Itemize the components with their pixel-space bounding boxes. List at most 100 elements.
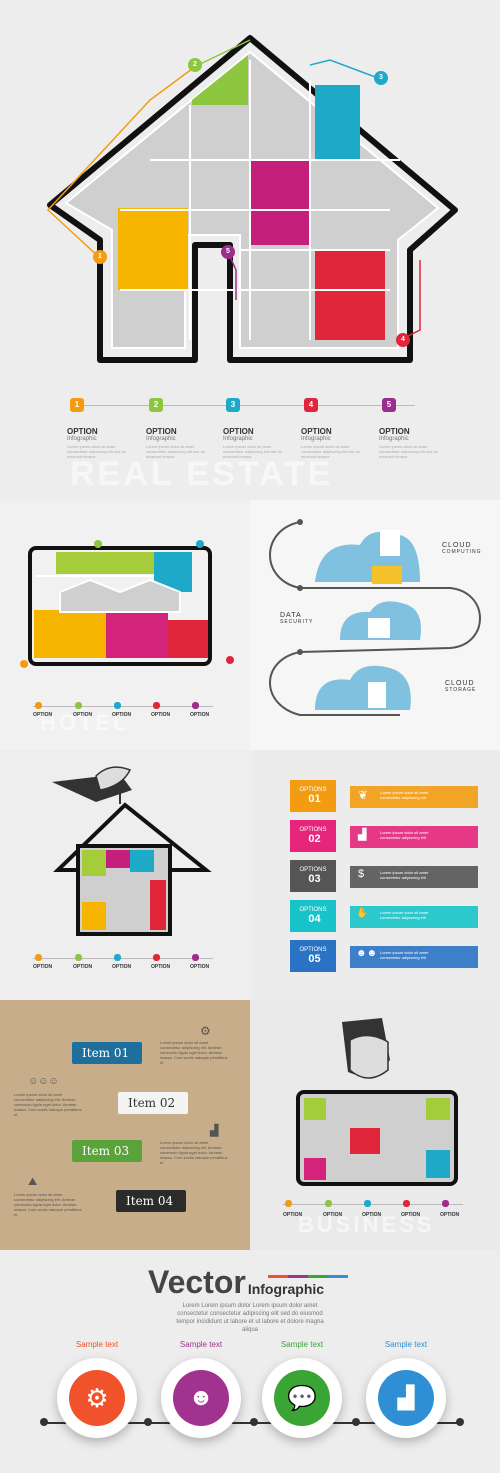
cloud-panel: CLOUD COMPUTING DATA SECURITY CLOUD STOR… <box>250 500 500 750</box>
watermark: REAL ESTATE <box>70 455 334 493</box>
item-02-text: Lorem ipsum dolor sit amet consectetur a… <box>14 1092 82 1117</box>
option-marker <box>75 954 82 961</box>
option-badge: OPTIONS 01 <box>290 780 336 812</box>
node-dot <box>352 1418 360 1426</box>
item-01-ribbon: Item 01 <box>72 1042 142 1064</box>
option-row-4: OPTIONS 04 ✋ Lorem ipsum dolor sit amet … <box>290 900 480 934</box>
option-1: OPTION Infographic Lorem ipsum dolor sit… <box>67 427 129 459</box>
circle-4-label: Sample text <box>384 1340 428 1349</box>
marker <box>226 656 234 664</box>
option-title: OPTION <box>223 427 254 436</box>
option-marker <box>364 1200 371 1207</box>
option-marker <box>285 1200 292 1207</box>
option-marker <box>153 702 160 709</box>
option-1: OPTION <box>33 964 53 970</box>
circle-2: ☻ <box>161 1358 241 1438</box>
bed-puzzle-graphic <box>28 546 212 666</box>
option-marker <box>75 702 82 709</box>
option-1-marker: 1 <box>70 398 84 412</box>
option-5: OPTION Infographic Lorem ipsum dolor sit… <box>379 427 441 459</box>
option-subtitle: Infographic <box>301 436 331 442</box>
chat-icon: 💬 <box>274 1370 330 1426</box>
intro-text: Lorem Lorem ipsum dolor Lorem ipsum dolo… <box>176 1303 324 1333</box>
option-2: OPTION <box>73 712 93 718</box>
bar-chart-icon: ▟ <box>210 1125 219 1137</box>
option-marker <box>192 954 199 961</box>
node-dot <box>250 1418 258 1426</box>
option-title: OPTION <box>379 427 410 436</box>
option-marker <box>114 702 121 709</box>
people-icon: ☻☻ <box>356 948 378 959</box>
option-3: OPTION <box>112 712 132 718</box>
option-text: Lorem ipsum dolor sit amet consectetur a… <box>380 950 429 960</box>
option-marker <box>153 954 160 961</box>
option-row-2: OPTIONS 02 ▟ Lorem ipsum dolor sit amet … <box>290 820 480 854</box>
option-subtitle: Infographic <box>146 436 176 442</box>
chart-icon: ▟ <box>358 829 367 841</box>
option-4-marker: 4 <box>304 398 318 412</box>
option-badge: OPTIONS 02 <box>290 820 336 852</box>
option-text: Lorem ipsum dolor sit amet consectetur a… <box>223 444 282 459</box>
marker <box>94 540 102 548</box>
node-dot <box>144 1418 152 1426</box>
item-02-ribbon: Item 02 <box>118 1092 188 1114</box>
people-icon: ☺☺☺ <box>28 1076 59 1087</box>
gears-icon: ⚙ <box>69 1370 125 1426</box>
option-4: OPTION <box>151 964 171 970</box>
option-subtitle: Infographic <box>223 436 253 442</box>
option-marker <box>403 1200 410 1207</box>
circle-2-label: Sample text <box>179 1340 223 1349</box>
option-5: OPTION <box>190 712 210 718</box>
timeline-line <box>33 958 213 959</box>
option-text: Lorem ipsum dolor sit amet consectetur a… <box>301 444 360 459</box>
option-1: OPTION <box>33 712 53 718</box>
item-04-text: Lorem ipsum dolor sit amet consectetur a… <box>14 1192 82 1217</box>
timeline-line <box>33 706 213 707</box>
option-row-3: OPTIONS 03 $ Lorem ipsum dolor sit amet … <box>290 860 480 894</box>
gear-icon: ⚙ <box>200 1024 211 1038</box>
option-text: Lorem ipsum dolor sit amet consectetur a… <box>380 910 429 920</box>
item-03-text: Lorem ipsum dolor sit amet consectetur a… <box>160 1140 228 1165</box>
hanger-house-panel: OPTION OPTION OPTION OPTION OPTION <box>0 750 250 1000</box>
option-title: OPTION <box>146 427 177 436</box>
title-big: Vector <box>148 1264 246 1300</box>
options-ribbons-panel: OPTIONS 01 ❦ Lorem ipsum dolor sit amet … <box>250 750 500 1000</box>
item-04-ribbon: Item 04 <box>116 1190 186 1212</box>
option-title: OPTION <box>301 427 332 436</box>
option-marker <box>114 954 121 961</box>
option-text: Lorem ipsum dolor sit amet consectetur a… <box>380 830 429 840</box>
mountain-icon: ⛰ <box>28 1176 38 1188</box>
marker-3: 3 <box>374 71 388 85</box>
option-1: OPTION <box>283 1212 303 1218</box>
bed-puzzle-panel: HOTEL OPTION OPTION OPTION OPTION OPTION <box>0 500 250 750</box>
option-badge: OPTIONS 03 <box>290 860 336 892</box>
node-dot <box>456 1418 464 1426</box>
label-cloud-computing: CLOUD COMPUTING <box>442 542 482 555</box>
leaf-icon: ❦ <box>358 788 369 802</box>
option-5-marker: 5 <box>382 398 396 412</box>
item-01-text: Lorem ipsum dolor sit amet consectetur a… <box>160 1040 228 1065</box>
option-title: OPTION <box>67 427 98 436</box>
title: Vector Infographic <box>148 1264 324 1301</box>
option-subtitle: Infographic <box>67 436 97 442</box>
option-2: OPTION <box>323 1212 343 1218</box>
vector-infographic-panel: Vector Infographic Lorem Lorem ipsum dol… <box>0 1250 500 1473</box>
title-small: Infographic <box>247 1281 325 1297</box>
option-marker <box>35 702 42 709</box>
option-subtitle: Infographic <box>379 436 409 442</box>
handshake-icon: ✋ <box>356 908 369 919</box>
option-3-marker: 3 <box>226 398 240 412</box>
option-5: OPTION <box>190 964 210 970</box>
marker-1: 1 <box>93 250 107 264</box>
marker <box>20 660 28 668</box>
option-text: Lorem ipsum dolor sit amet consectetur a… <box>380 870 429 880</box>
title-underline <box>268 1275 348 1278</box>
option-marker <box>325 1200 332 1207</box>
option-4: OPTION <box>151 712 171 718</box>
option-row-1: OPTIONS 01 ❦ Lorem ipsum dolor sit amet … <box>290 780 480 814</box>
option-badge: OPTIONS 05 <box>290 940 336 972</box>
circle-1-label: Sample text <box>75 1340 119 1349</box>
bar-chart-icon: ▟ <box>378 1370 434 1426</box>
option-2: OPTION Infographic Lorem ipsum dolor sit… <box>146 427 208 459</box>
circle-3-label: Sample text <box>280 1340 324 1349</box>
